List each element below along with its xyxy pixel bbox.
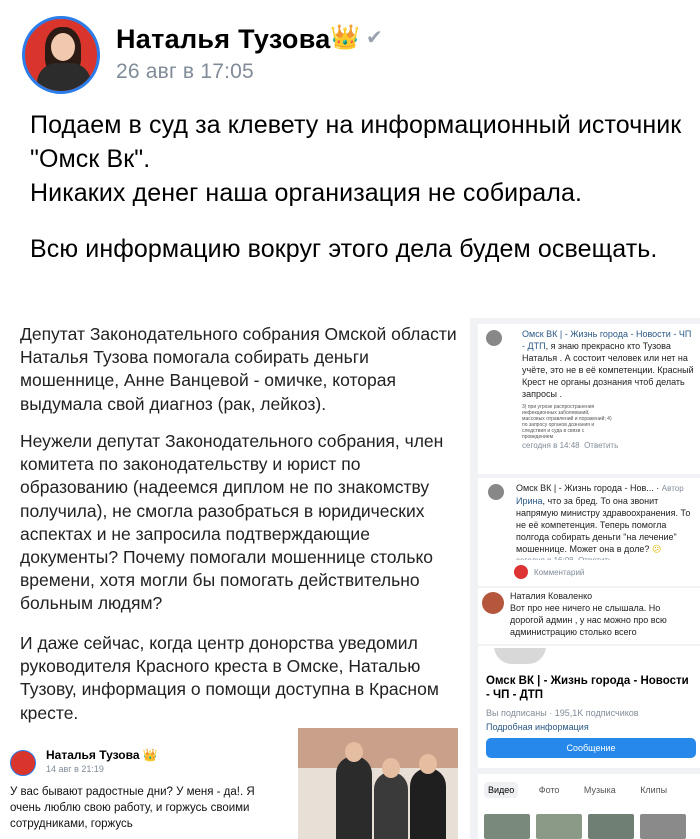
post-paragraph: Всю информацию вокруг этого дела будем о…: [30, 235, 658, 263]
attached-image[interactable]: Депутат Законодательного собрания Омской…: [0, 318, 700, 839]
post-paragraph: Никаких денег наша организация не собира…: [30, 179, 582, 207]
comment-time: сегодня в 14:48: [522, 441, 580, 450]
post-text: У вас бывают радостные дни? У меня - да!…: [10, 786, 255, 830]
group-card: Омск ВК | - Жизнь города - Новости - ЧП …: [478, 646, 700, 768]
photo-person: [336, 756, 372, 839]
commenter-avatar: [482, 592, 504, 614]
comment-input-row: Комментарий: [478, 560, 700, 586]
group-tabs: Видео Фото Музыка Клипы: [478, 774, 700, 839]
verified-checkmark-icon: ✔: [366, 27, 383, 49]
screenshot-comments-panel: Омск ВК | - Жизнь города - Новости - ЧП …: [470, 318, 700, 839]
group-photo: [298, 728, 458, 839]
comment-text: Вот про нее ничего не слышала. Но дорого…: [510, 603, 667, 637]
author-avatar[interactable]: [22, 16, 100, 94]
author-badge: Автор: [661, 484, 684, 493]
comment-text: , что за бред. То она звонит напрямую ми…: [516, 496, 691, 554]
commenter-avatar: [488, 484, 504, 500]
post-header: Наталья Тузова 👑 ✔ 26 авг в 17:05: [18, 14, 688, 94]
article-paragraph: Неужели депутат Законодательного собрани…: [20, 431, 444, 614]
tab-music: Музыка: [583, 785, 616, 795]
user-avatar: [514, 565, 528, 579]
post-timestamp: 14 авг в 21:19: [46, 764, 104, 774]
message-button: Сообщение: [486, 738, 696, 758]
video-thumbnail: [484, 814, 530, 839]
crown-icon: 👑: [142, 748, 158, 762]
group-more-info: Подробная информация: [486, 722, 589, 732]
author-avatar: [10, 750, 36, 776]
commenter-avatar: [486, 330, 502, 346]
reply-link: Ответить: [584, 441, 619, 450]
author-name[interactable]: Наталья Тузова: [116, 24, 331, 55]
document-snippet: 3) при угрозе распространения инфекционн…: [522, 404, 612, 440]
video-thumbnail: [640, 814, 686, 839]
tab-clips: Клипы: [640, 785, 668, 795]
comment-author: Наталия Коваленко: [510, 591, 593, 601]
video-thumbnails: [484, 814, 694, 839]
avatar-face: [51, 33, 75, 61]
photo-person-head: [419, 754, 437, 774]
video-thumbnail: [536, 814, 582, 839]
article-paragraph: Депутат Законодательного собрания Омской…: [20, 324, 457, 414]
avatar-body: [37, 63, 91, 91]
comment-text: , я знаю прекрасно кто Тузова Наталья . …: [522, 341, 694, 399]
comment: Наталия Коваленко Вот про нее ничего не …: [478, 588, 700, 644]
video-thumbnail: [588, 814, 634, 839]
post-paragraph: Подаем в суд за клевету на информационны…: [30, 111, 682, 173]
comment: Омск ВК | - Жизнь города - Новости - ЧП …: [478, 324, 700, 474]
tab-photo: Фото: [538, 785, 560, 795]
post-body: Подаем в суд за клевету на информационны…: [30, 108, 690, 266]
confused-emoji-icon: 😕: [651, 544, 662, 554]
group-subscribers: Вы подписаны · 195,1K подписчиков: [486, 708, 639, 718]
group-name: Омск ВК | - Жизнь города - Новости - ЧП …: [486, 675, 689, 701]
post-timestamp[interactable]: 26 авг в 17:05: [116, 60, 254, 84]
tab-video: Видео: [484, 782, 519, 798]
comment-mention: Ирина: [516, 496, 543, 506]
photo-person: [410, 768, 446, 839]
article-paragraph: И даже сейчас, когда центр донорства уве…: [20, 633, 439, 723]
comment-author: Омск ВК | - Жизнь города - Нов...: [516, 483, 654, 493]
crown-icon: 👑: [330, 24, 360, 51]
screenshot-article-text: Депутат Законодательного собрания Омской…: [0, 318, 460, 728]
photo-person: [374, 772, 408, 839]
photo-person-head: [345, 742, 363, 762]
author-name: Наталья Тузова 👑: [46, 748, 158, 762]
group-avatar: [492, 646, 548, 666]
comment-placeholder: Комментарий: [534, 568, 585, 577]
photo-person-head: [382, 758, 400, 778]
screenshot-older-post: Наталья Тузова 👑 14 авг в 21:19 У вас бы…: [0, 728, 280, 839]
comment: Омск ВК | - Жизнь города - Нов... · Авто…: [478, 478, 700, 565]
